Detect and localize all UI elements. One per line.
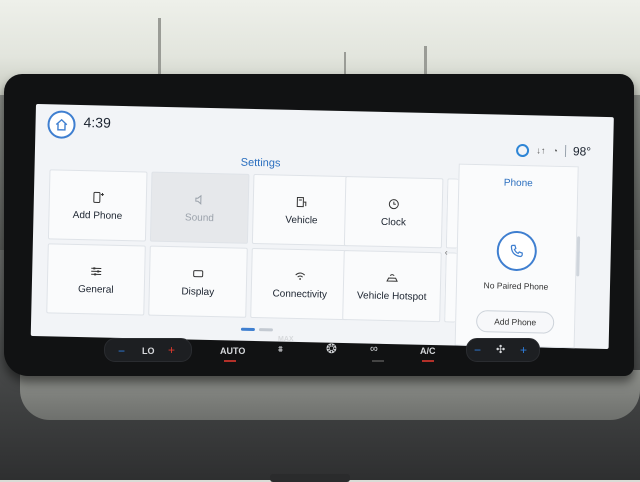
- tile-label: Connectivity: [272, 288, 328, 301]
- phone-icon: [510, 244, 523, 258]
- tile-label: Vehicle: [285, 214, 318, 227]
- tile-vehicle-hotspot[interactable]: Vehicle Hotspot: [342, 250, 442, 323]
- tile-label: Add Phone: [72, 209, 123, 222]
- fan-icon: ✣: [496, 344, 506, 356]
- tile-add-phone[interactable]: Add Phone: [47, 169, 148, 242]
- tile-connectivity[interactable]: Connectivity: [250, 247, 350, 321]
- time-display: 4:39: [83, 114, 112, 131]
- tile-sound[interactable]: Sound: [149, 171, 250, 244]
- tile-label: Display: [181, 286, 215, 299]
- phone-button[interactable]: [496, 230, 538, 272]
- display-icon: [192, 266, 204, 282]
- home-button[interactable]: [47, 110, 76, 139]
- tile-display[interactable]: Display: [148, 245, 248, 318]
- tile-label: Vehicle Hotspot: [356, 290, 427, 303]
- page-title: Settings: [240, 156, 281, 170]
- voice-assistant-icon[interactable]: [516, 143, 530, 157]
- phone-panel: Phone No Paired Phone Add Phone: [454, 163, 579, 349]
- home-icon: [55, 118, 68, 131]
- fan-up-button[interactable]: +: [520, 343, 527, 357]
- vehicle-icon: [296, 194, 308, 210]
- hotspot-icon: [386, 270, 398, 286]
- recirculation-indicator: [372, 360, 384, 362]
- ac-indicator: [422, 360, 434, 362]
- infotainment-screen: 4:39 ↓↑ ◔ 98° Settings Add Phone Sound V…: [30, 104, 614, 350]
- climate-controls: − LO + AUTO MAX ⩩ ❂ ∞ A/C − ✣ +: [100, 336, 560, 366]
- tile-label: Clock: [380, 216, 407, 229]
- sliders-icon: [90, 263, 102, 279]
- temp-up-button[interactable]: +: [168, 343, 175, 357]
- auto-indicator: [224, 360, 236, 362]
- max-defrost-label: MAX: [278, 336, 294, 343]
- phone-status: No Paired Phone: [483, 280, 549, 292]
- recirculation-icon[interactable]: ∞: [370, 343, 378, 355]
- add-phone-icon: [92, 189, 104, 205]
- temp-down-button[interactable]: −: [118, 344, 125, 358]
- side-scrollbar[interactable]: [576, 236, 581, 277]
- status-divider: [564, 145, 567, 158]
- temp-setting: LO: [142, 346, 155, 356]
- add-phone-button[interactable]: Add Phone: [475, 310, 555, 334]
- fan-down-button[interactable]: −: [474, 343, 481, 357]
- tile-general[interactable]: General: [46, 243, 146, 316]
- tile-label: Sound: [184, 212, 215, 225]
- speaker-icon: [194, 192, 206, 208]
- utility-pole: [158, 18, 161, 78]
- phone-title: Phone: [503, 177, 533, 190]
- dashboard-trim: [20, 370, 640, 420]
- ac-button[interactable]: A/C: [420, 346, 436, 356]
- page-dot: [258, 328, 273, 332]
- tile-clock[interactable]: Clock: [343, 176, 444, 249]
- collapse-arrow-icon[interactable]: ‹: [445, 247, 448, 257]
- tile-vehicle[interactable]: Vehicle: [251, 173, 352, 247]
- wifi-icon: [294, 268, 306, 284]
- tile-label: General: [77, 284, 114, 296]
- air-vent: [270, 474, 350, 482]
- max-defrost-icon[interactable]: ⩩: [278, 344, 283, 355]
- auto-button[interactable]: AUTO: [220, 346, 245, 356]
- signal-icon: ◔: [552, 145, 559, 156]
- data-transfer-icon: ↓↑: [536, 145, 546, 156]
- settings-grid: Add Phone Sound Vehicle Clock General Di…: [46, 169, 459, 328]
- status-area: ↓↑ ◔ 98°: [516, 143, 591, 159]
- page-indicator: [240, 327, 273, 332]
- clock-icon: [388, 196, 400, 212]
- outside-temperature: 98°: [572, 144, 592, 159]
- steering-heat-icon[interactable]: ❂: [326, 341, 337, 357]
- page-dot-active: [240, 327, 255, 332]
